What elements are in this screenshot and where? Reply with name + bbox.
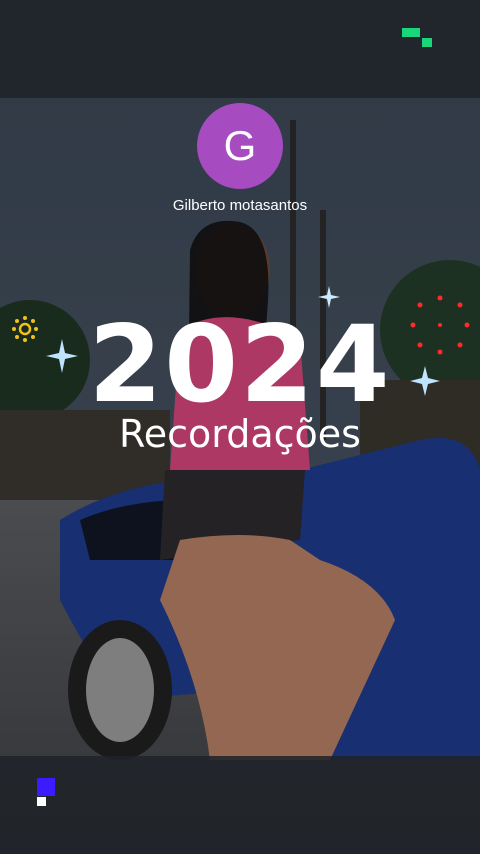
- top-bar-overlay: [0, 0, 480, 98]
- profile-avatar[interactable]: G: [197, 103, 283, 189]
- story-subtitle: Recordações: [119, 412, 361, 456]
- brand-mark-icon: [37, 778, 55, 806]
- story-viewer: G Gilberto motasantos 2024 Recordações: [0, 0, 480, 854]
- app-logo-icon: [402, 28, 432, 47]
- profile-username[interactable]: Gilberto motasantos: [0, 197, 480, 214]
- bottom-bar-overlay: [0, 756, 480, 854]
- avatar-letter: G: [223, 122, 257, 169]
- story-year-title: 2024: [88, 303, 392, 426]
